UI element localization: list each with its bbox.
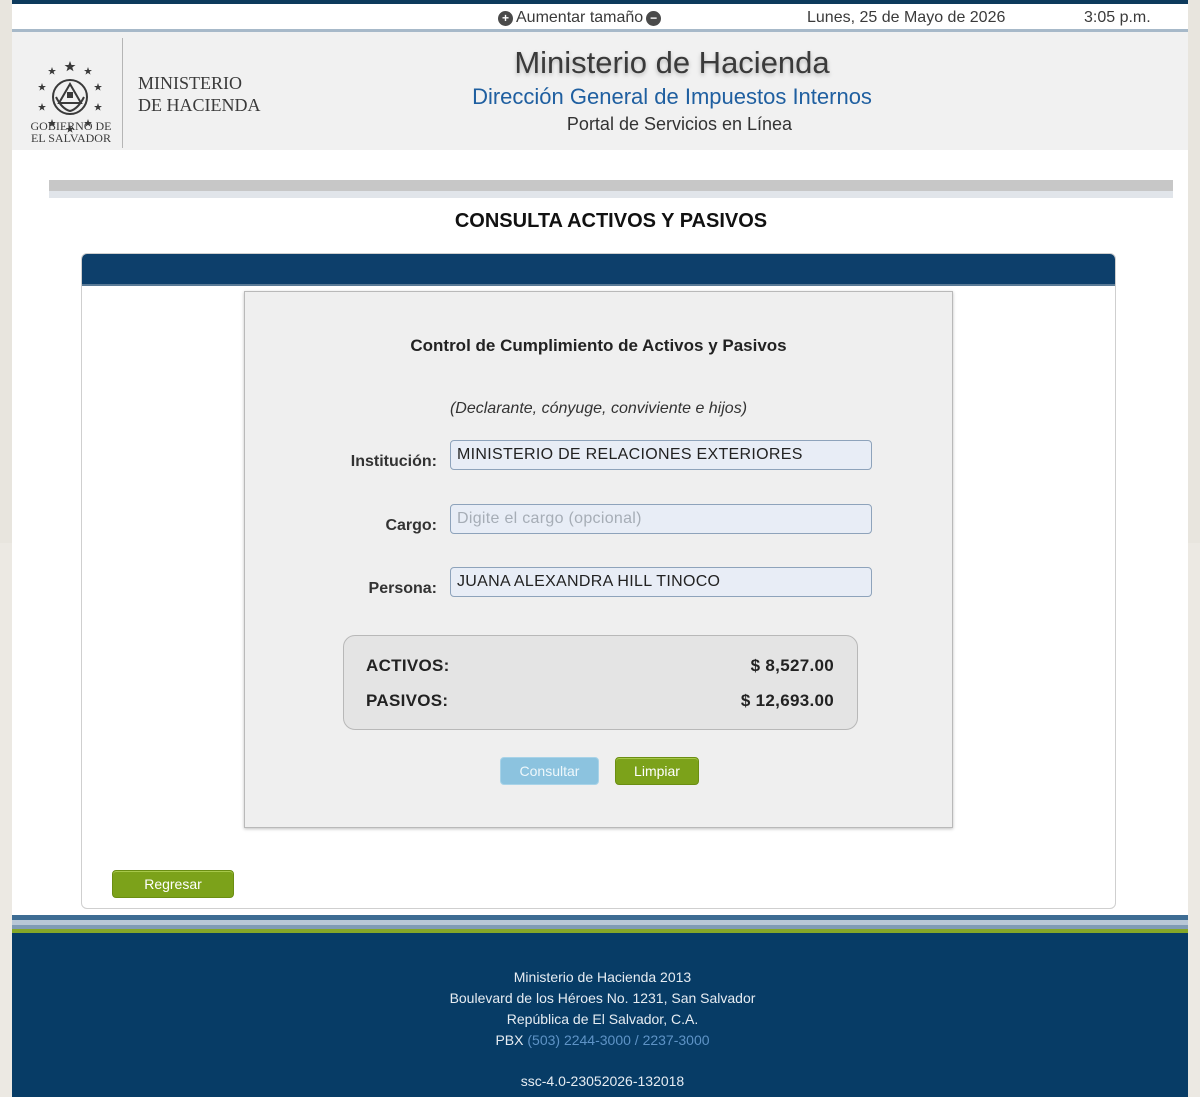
current-date: Lunes, 25 de Mayo de 2026 xyxy=(807,9,1006,26)
footer-copyright: Ministerio de Hacienda 2013 xyxy=(513,969,692,985)
persona-field[interactable]: JUANA ALEXANDRA HILL TINOCO xyxy=(450,567,872,597)
left-margin xyxy=(0,0,12,543)
persona-label: Persona: xyxy=(368,580,437,597)
ministry-logo-line1: MINISTERIO xyxy=(138,73,242,93)
section-bar xyxy=(49,180,1173,191)
cargo-field[interactable]: Digite el cargo (opcional) xyxy=(450,504,872,534)
government-label-line2: EL SALVADOR xyxy=(31,131,111,145)
ministry-logo-text: MINISTERIO DE HACIENDA xyxy=(138,72,260,116)
increase-size-label[interactable]: Aumentar tamaño xyxy=(516,9,643,27)
consultar-button[interactable]: Consultar xyxy=(500,757,599,785)
institucion-label: Institución: xyxy=(350,453,437,470)
form-container: Control de Cumplimiento de Activos y Pas… xyxy=(244,291,953,828)
activos-value: $ 8,527.00 xyxy=(750,656,834,675)
form-note: (Declarante, cónyuge, conviviente e hijo… xyxy=(449,400,748,417)
institucion-field[interactable]: MINISTERIO DE RELACIONES EXTERIORES xyxy=(450,440,872,470)
footer-phone-link[interactable]: (503) 2244-3000 / 2237-3000 xyxy=(527,1032,709,1048)
regresar-button[interactable]: Regresar xyxy=(112,870,234,898)
pasivos-label: PASIVOS: xyxy=(366,691,449,710)
header-divider xyxy=(122,38,123,148)
site-title: Ministerio de Hacienda xyxy=(514,45,830,80)
top-bar: + Aumentar tamaño − Lunes, 25 de Mayo de… xyxy=(12,4,1188,29)
site-header: GOBIERNO DE EL SALVADOR MINISTERIO DE HA… xyxy=(12,32,1188,150)
footer-phone-label: PBX xyxy=(495,1032,524,1048)
section-bar-shadow xyxy=(49,191,1173,198)
form-title: Control de Cumplimiento de Activos y Pas… xyxy=(410,336,787,355)
pasivos-value: $ 12,693.00 xyxy=(740,691,834,710)
portal-label: Portal de Servicios en Línea xyxy=(566,114,793,134)
main-panel: Control de Cumplimiento de Activos y Pas… xyxy=(81,253,1116,909)
cargo-label: Cargo: xyxy=(385,517,437,534)
site-subtitle: Dirección General de Impuestos Internos xyxy=(472,84,872,109)
ministry-logo-line2: DE HACIENDA xyxy=(138,95,261,115)
plus-circle-icon[interactable]: + xyxy=(498,10,513,26)
increase-size-control[interactable]: + Aumentar tamaño − xyxy=(498,9,662,27)
activos-label: ACTIVOS: xyxy=(366,656,450,675)
limpiar-button[interactable]: Limpiar xyxy=(615,757,699,785)
minus-circle-icon[interactable]: − xyxy=(646,10,662,26)
results-summary: ACTIVOS: $ 8,527.00 PASIVOS: $ 12,693.00 xyxy=(343,635,858,730)
footer-country: República de El Salvador, C.A. xyxy=(506,1011,699,1027)
footer-phone: PBX (503) 2244-3000 / 2237-3000 xyxy=(12,1032,1193,1048)
panel-header xyxy=(82,254,1115,286)
page: + Aumentar tamaño − Lunes, 25 de Mayo de… xyxy=(12,0,1188,1097)
footer-version: ssc-4.0-23052026-132018 xyxy=(520,1073,685,1089)
government-label: GOBIERNO DE EL SALVADOR xyxy=(28,120,114,144)
current-time: 3:05 p.m. xyxy=(1084,9,1151,26)
site-footer: Ministerio de Hacienda 2013 Boulevard de… xyxy=(12,933,1188,1097)
page-title: CONSULTA ACTIVOS Y PASIVOS xyxy=(454,210,768,232)
footer-address: Boulevard de los Héroes No. 1231, San Sa… xyxy=(449,990,756,1006)
right-margin xyxy=(1188,0,1200,543)
